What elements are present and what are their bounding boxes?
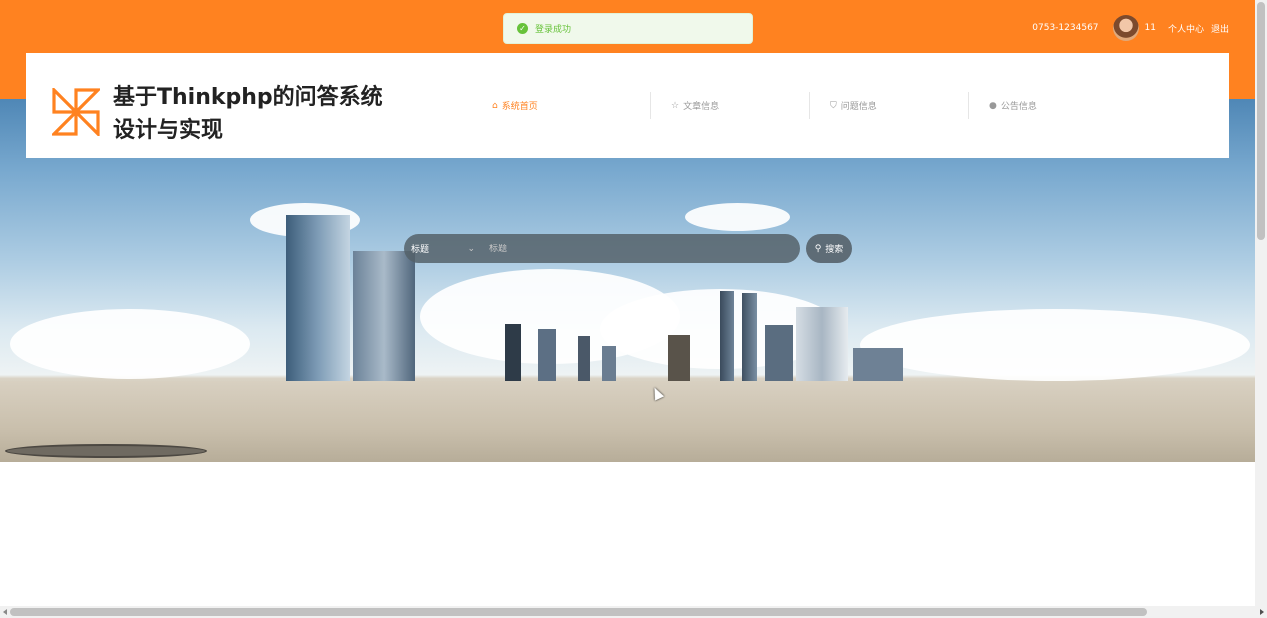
info-icon: ● bbox=[989, 100, 997, 111]
search-button-label: 搜索 bbox=[825, 245, 844, 255]
logout-link[interactable]: 退出 bbox=[1211, 22, 1229, 35]
pinwheel-logo-icon[interactable] bbox=[52, 88, 100, 136]
cloud bbox=[860, 309, 1250, 381]
phone-number: 0753-1234567 bbox=[1032, 23, 1099, 33]
search-field-select[interactable]: 标题 ⌄ bbox=[404, 242, 482, 256]
home-icon: ⌂ bbox=[492, 100, 498, 111]
cloud bbox=[10, 309, 250, 379]
search-select-value: 标题 bbox=[411, 245, 430, 255]
top-user-area: 0753-1234567 11 个人中心 退出 bbox=[1032, 13, 1229, 43]
avatar[interactable] bbox=[1112, 15, 1139, 41]
vertical-scrollbar[interactable] bbox=[1255, 0, 1267, 606]
skyscraper bbox=[853, 348, 903, 381]
username: 11 bbox=[1144, 23, 1156, 33]
nav-item-label: 系统首页 bbox=[501, 102, 538, 112]
nav-item-label: 问题信息 bbox=[840, 102, 877, 112]
site-title: 基于Thinkphp的问答系统 设计与实现 bbox=[113, 81, 413, 147]
header-card: 基于Thinkphp的问答系统 设计与实现 ⌂ 系统首页 ☆ 文章信息 ⛉ 问题… bbox=[26, 53, 1229, 158]
success-toast: ✓ 登录成功 bbox=[503, 13, 753, 44]
nav-item-label: 文章信息 bbox=[683, 102, 720, 112]
skyscraper bbox=[286, 215, 350, 381]
skyscraper bbox=[353, 251, 415, 381]
search-button[interactable]: ⚲ 搜索 bbox=[806, 234, 852, 263]
horizontal-scrollbar-thumb[interactable] bbox=[10, 608, 1147, 616]
bag-icon: ⛉ bbox=[830, 100, 837, 111]
nav-item-announcements[interactable]: ● 公告信息 bbox=[969, 92, 1128, 119]
ground bbox=[0, 381, 1255, 462]
user-center-link[interactable]: 个人中心 bbox=[1168, 22, 1204, 35]
star-icon: ☆ bbox=[671, 100, 680, 111]
nav-item-label: 公告信息 bbox=[1000, 102, 1037, 112]
skyscraper bbox=[796, 307, 848, 381]
search-bar: 标题 ⌄ bbox=[404, 234, 800, 263]
nav-item-questions[interactable]: ⛉ 问题信息 bbox=[810, 92, 969, 119]
scroll-left-arrow-icon[interactable] bbox=[3, 609, 7, 615]
skyscraper bbox=[538, 329, 556, 381]
search-icon: ⚲ bbox=[814, 243, 822, 254]
cloud bbox=[685, 203, 790, 231]
skyscraper bbox=[742, 293, 757, 381]
scroll-right-arrow-icon[interactable] bbox=[1260, 609, 1264, 615]
manhole-cover bbox=[5, 444, 207, 458]
skyscraper bbox=[765, 325, 793, 381]
site-title-line1: 基于Thinkphp的问答系统 bbox=[113, 85, 383, 110]
site-title-line2: 设计与实现 bbox=[113, 118, 224, 143]
nav-item-home[interactable]: ⌂ 系统首页 bbox=[492, 92, 651, 119]
skyscraper bbox=[668, 335, 690, 381]
vertical-scrollbar-thumb[interactable] bbox=[1257, 2, 1265, 240]
skyscraper bbox=[505, 324, 521, 381]
skyscraper bbox=[720, 291, 734, 381]
toast-message: 登录成功 bbox=[535, 25, 572, 35]
chevron-down-icon: ⌄ bbox=[467, 243, 475, 254]
skyscraper bbox=[578, 336, 590, 381]
search-input[interactable] bbox=[482, 243, 772, 254]
skyscraper bbox=[602, 346, 616, 381]
horizontal-scrollbar[interactable] bbox=[0, 606, 1267, 618]
nav-item-articles[interactable]: ☆ 文章信息 bbox=[651, 92, 810, 119]
main-nav: ⌂ 系统首页 ☆ 文章信息 ⛉ 问题信息 ● 公告信息 bbox=[492, 92, 1128, 119]
success-check-icon: ✓ bbox=[517, 23, 528, 34]
